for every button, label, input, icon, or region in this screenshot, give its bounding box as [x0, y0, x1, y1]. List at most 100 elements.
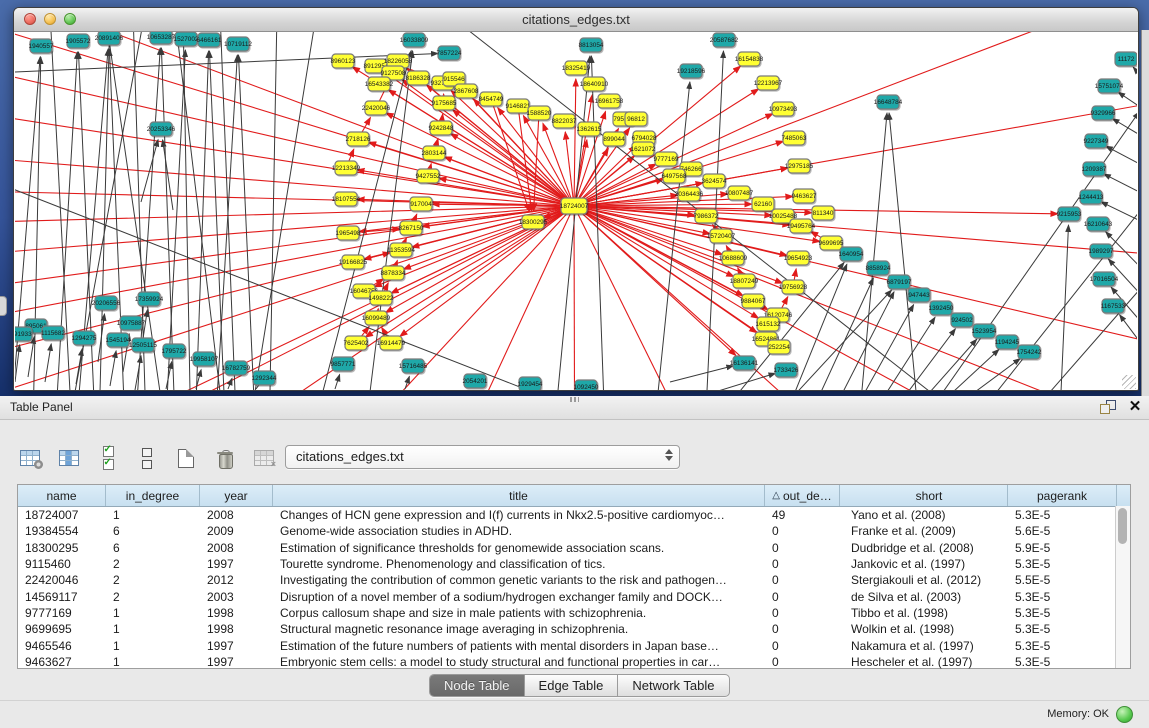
table-cell[interactable]: Corpus callosum shape and size in male p… — [273, 606, 765, 620]
tab-network-table[interactable]: Network Table — [617, 675, 728, 696]
delete-column-button[interactable] — [211, 444, 239, 472]
table-cell[interactable]: 9777169 — [18, 606, 106, 620]
table-cell[interactable]: 2009 — [200, 524, 273, 538]
table-cell[interactable]: 0 — [765, 541, 840, 555]
column-header-title[interactable]: title — [273, 485, 765, 506]
table-cell[interactable]: 22420046 — [18, 573, 106, 587]
table-cell[interactable]: 9115460 — [18, 557, 106, 571]
column-header-year[interactable]: year — [200, 485, 273, 506]
splitpane-handle[interactable] — [570, 397, 579, 402]
table-cell[interactable]: 14569117 — [18, 590, 106, 604]
table-cell[interactable]: 1997 — [200, 655, 273, 669]
table-cell[interactable]: 5.5E-5 — [1008, 573, 1117, 587]
table-cell[interactable]: 18724007 — [18, 508, 106, 522]
table-cell[interactable]: Yano et al. (2008) — [840, 508, 1008, 522]
table-cell[interactable]: 1997 — [200, 639, 273, 653]
table-cell[interactable]: Embryonic stem cells: a model to study s… — [273, 655, 765, 669]
table-cell[interactable]: 5.9E-5 — [1008, 541, 1117, 555]
table-cell[interactable]: 1 — [106, 655, 200, 669]
table-cell[interactable]: 0 — [765, 524, 840, 538]
table-cell[interactable]: de Silva et al. (2003) — [840, 590, 1008, 604]
table-cell[interactable]: 0 — [765, 590, 840, 604]
float-panel-icon[interactable] — [1100, 400, 1116, 414]
table-cell[interactable]: 1 — [106, 622, 200, 636]
new-column-button[interactable] — [172, 444, 200, 472]
table-row[interactable]: 911546021997Tourette syndrome. Phenomeno… — [18, 556, 1130, 572]
table-cell[interactable]: 2 — [106, 573, 200, 587]
table-cell[interactable]: 0 — [765, 655, 840, 669]
table-cell[interactable]: 0 — [765, 557, 840, 571]
table-scrollbar[interactable] — [1115, 506, 1130, 668]
table-cell[interactable]: Estimation of significance thresholds fo… — [273, 541, 765, 555]
table-cell[interactable]: 0 — [765, 639, 840, 653]
table-row[interactable]: 1938455462009Genome-wide association stu… — [18, 523, 1130, 539]
table-cell[interactable]: 6 — [106, 524, 200, 538]
column-header-pagerank[interactable]: pagerank — [1008, 485, 1117, 506]
table-cell[interactable]: 9699695 — [18, 622, 106, 636]
table-cell[interactable]: 5.3E-5 — [1008, 557, 1117, 571]
table-row[interactable]: 946362711997Embryonic stem cells: a mode… — [18, 654, 1130, 670]
table-cell[interactable]: 9463627 — [18, 655, 106, 669]
table-cell[interactable]: 1998 — [200, 622, 273, 636]
unselect-columns-button[interactable] — [133, 444, 161, 472]
table-cell[interactable]: 19384554 — [18, 524, 106, 538]
table-cell[interactable]: 0 — [765, 622, 840, 636]
table-cell[interactable]: 1998 — [200, 606, 273, 620]
column-header-out-degree[interactable]: △out_de… — [765, 485, 840, 506]
table-cell[interactable]: 2 — [106, 590, 200, 604]
table-cell[interactable]: Wolkin et al. (1998) — [840, 622, 1008, 636]
table-cell[interactable]: Stergiakouli et al. (2012) — [840, 573, 1008, 587]
table-cell[interactable]: Genome-wide association studies in ADHD. — [273, 524, 765, 538]
network-view-window[interactable]: citations_edges.txt 89601238912954182260… — [13, 7, 1139, 391]
scrollbar-thumb[interactable] — [1118, 508, 1127, 544]
column-header-short[interactable]: short — [840, 485, 1008, 506]
table-cell[interactable]: Estimation of the future numbers of pati… — [273, 639, 765, 653]
table-cell[interactable]: 5.3E-5 — [1008, 622, 1117, 636]
select-all-columns-button[interactable] — [94, 444, 122, 472]
table-cell[interactable]: 5.3E-5 — [1008, 655, 1117, 669]
table-source-dropdown[interactable]: citations_edges.txt — [285, 445, 680, 469]
column-header-name[interactable]: name — [18, 485, 106, 506]
memory-ok-indicator[interactable] — [1116, 706, 1133, 723]
table-cell[interactable]: 9465546 — [18, 639, 106, 653]
table-row[interactable]: 1456911722003Disruption of a novel membe… — [18, 588, 1130, 604]
column-header-in-degree[interactable]: in_degree — [106, 485, 200, 506]
table-cell[interactable]: 1 — [106, 508, 200, 522]
table-cell[interactable]: Tourette syndrome. Phenomenology and cla… — [273, 557, 765, 571]
table-cell[interactable]: 2008 — [200, 508, 273, 522]
table-row[interactable]: 1872400712008Changes of HCN gene express… — [18, 507, 1130, 523]
tab-edge-table[interactable]: Edge Table — [524, 675, 618, 696]
table-cell[interactable]: 5.3E-5 — [1008, 606, 1117, 620]
table-cell[interactable]: 1997 — [200, 557, 273, 571]
table-cell[interactable]: 5.3E-5 — [1008, 508, 1117, 522]
table-cell[interactable]: 1 — [106, 606, 200, 620]
graph-svg[interactable]: 8960123891295418226058912750816543382818… — [15, 32, 1137, 390]
table-cell[interactable]: Franke et al. (2009) — [840, 524, 1008, 538]
table-cell[interactable]: 6 — [106, 541, 200, 555]
table-cell[interactable]: Disruption of a novel member of a sodium… — [273, 590, 765, 604]
panel-edge-tab[interactable] — [0, 296, 7, 316]
table-cell[interactable]: 2 — [106, 557, 200, 571]
table-row[interactable]: 2242004622012Investigating the contribut… — [18, 572, 1130, 588]
table-cell[interactable]: Nakamura et al. (1997) — [840, 639, 1008, 653]
table-row[interactable]: 977716911998Corpus callosum shape and si… — [18, 605, 1130, 621]
table-cell[interactable]: 1 — [106, 639, 200, 653]
table-cell[interactable]: 49 — [765, 508, 840, 522]
table-cell[interactable]: Structural magnetic resonance image aver… — [273, 622, 765, 636]
table-row[interactable]: 946554611997Estimation of the future num… — [18, 637, 1130, 653]
table-cell[interactable]: Hescheler et al. (1997) — [840, 655, 1008, 669]
table-cell[interactable]: 5.3E-5 — [1008, 590, 1117, 604]
close-panel-icon[interactable]: ✕ — [1127, 398, 1143, 416]
table-row[interactable]: 1830029562008Estimation of significance … — [18, 540, 1130, 556]
table-cell[interactable]: 2012 — [200, 573, 273, 587]
tab-node-table[interactable]: Node Table — [430, 675, 524, 696]
table-cell[interactable]: 2003 — [200, 590, 273, 604]
table-cell[interactable]: 5.3E-5 — [1008, 639, 1117, 653]
table-cell[interactable]: Tibbo et al. (1998) — [840, 606, 1008, 620]
table-cell[interactable]: Dudbridge et al. (2008) — [840, 541, 1008, 555]
table-cell[interactable]: 0 — [765, 606, 840, 620]
table-cell[interactable]: 5.6E-5 — [1008, 524, 1117, 538]
window-titlebar[interactable]: citations_edges.txt — [14, 8, 1138, 32]
table-cell[interactable]: 18300295 — [18, 541, 106, 555]
table-cell[interactable]: Jankovic et al. (1997) — [840, 557, 1008, 571]
